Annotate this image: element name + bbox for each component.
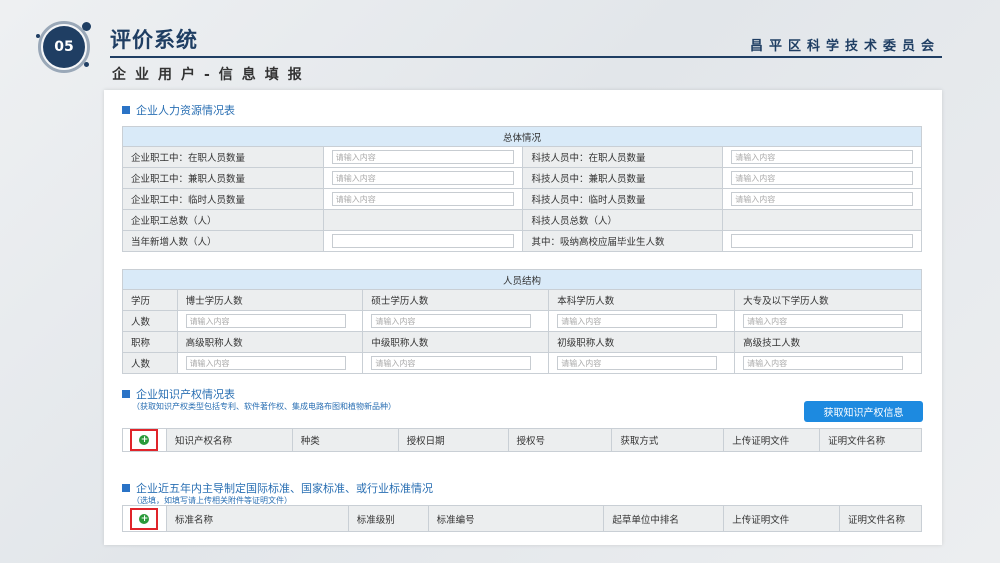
new-hires-input[interactable] — [331, 234, 515, 248]
hr-table: 总体情况 企业职工中：在职人员数量 科技人员中：在职人员数量 企业职工中：兼职人… — [122, 126, 922, 252]
page-title: 评价系统 — [110, 28, 198, 52]
table-row: 企业职工总数（人） 科技人员总数（人） — [122, 209, 922, 231]
std-section-header: 企业近五年内主导制定国际标准、国家标准、或行业标准情况 — [122, 480, 433, 496]
field-label: 企业职工中：临时人员数量 — [122, 188, 324, 210]
bachelor-count-input[interactable] — [557, 314, 718, 328]
decor-dot — [84, 62, 89, 67]
column-header: 授权日期 — [397, 428, 509, 452]
tech-total-value — [722, 209, 922, 231]
ip-table: + 知识产权名称 种类 授权日期 授权号 获取方式 上传证明文件 证明文件名称 — [122, 428, 922, 452]
employee-temp-input[interactable] — [331, 192, 515, 206]
row-label: 职称 — [122, 331, 178, 353]
employee-total-value — [322, 209, 524, 231]
table-row: 职称 高级职称人数 中级职称人数 初级职称人数 高级技工人数 — [122, 331, 922, 353]
column-label: 初级职称人数 — [548, 331, 736, 353]
column-header: 证明文件名称 — [819, 428, 922, 452]
structure-table-header: 人员结构 — [122, 269, 922, 290]
column-header: 上传证明文件 — [723, 505, 841, 532]
add-standard-button[interactable]: + — [130, 507, 159, 530]
field-label: 当年新增人数（人） — [122, 230, 324, 252]
senior-tech-input[interactable] — [743, 356, 904, 370]
hr-table-header: 总体情况 — [122, 126, 922, 147]
column-header: 标准名称 — [165, 505, 349, 532]
field-label: 科技人员总数（人） — [522, 209, 724, 231]
graduates-input[interactable] — [731, 234, 913, 248]
square-bullet-icon — [122, 484, 130, 492]
tech-parttime-input[interactable] — [731, 171, 913, 185]
decor-dot — [82, 22, 91, 31]
column-label: 大专及以下学历人数 — [734, 289, 922, 311]
column-label: 博士学历人数 — [176, 289, 364, 311]
decor-dot — [36, 34, 40, 38]
column-header: 种类 — [291, 428, 399, 452]
column-header: 证明文件名称 — [839, 505, 922, 532]
column-label: 硕士学历人数 — [362, 289, 550, 311]
table-row: 企业职工中：临时人员数量 科技人员中：临时人员数量 — [122, 188, 922, 210]
employee-active-input[interactable] — [331, 150, 515, 164]
phd-count-input[interactable] — [185, 314, 346, 328]
field-label: 企业职工中：兼职人员数量 — [122, 167, 324, 189]
table-row: 人数 — [122, 352, 922, 374]
column-header: 标准级别 — [347, 505, 429, 532]
plus-circle-icon: + — [139, 513, 150, 524]
column-header: 知识产权名称 — [165, 428, 293, 452]
hr-section-title: 企业人力资源情况表 — [136, 104, 235, 117]
master-count-input[interactable] — [371, 314, 532, 328]
std-table: + 标准名称 标准级别 标准编号 起草单位中排名 上传证明文件 证明文件名称 — [122, 505, 922, 532]
table-row: 企业职工中：兼职人员数量 科技人员中：兼职人员数量 — [122, 167, 922, 189]
square-bullet-icon — [122, 106, 130, 114]
field-label: 科技人员中：临时人员数量 — [522, 188, 724, 210]
plus-circle-icon: + — [139, 435, 150, 445]
header-divider — [110, 56, 942, 58]
column-label: 高级职称人数 — [176, 331, 364, 353]
column-label: 中级职称人数 — [362, 331, 550, 353]
field-label: 企业职工总数（人） — [122, 209, 324, 231]
column-header: 起草单位中排名 — [603, 505, 725, 532]
add-ip-button[interactable]: + — [130, 429, 159, 451]
field-label: 科技人员中：在职人员数量 — [522, 146, 724, 168]
std-section-title: 企业近五年内主导制定国际标准、国家标准、或行业标准情况 — [136, 482, 433, 495]
employee-parttime-input[interactable] — [331, 171, 515, 185]
table-header-row: + 知识产权名称 种类 授权日期 授权号 获取方式 上传证明文件 证明文件名称 — [122, 428, 922, 452]
tech-temp-input[interactable] — [731, 192, 913, 206]
ip-section-header: 企业知识产权情况表 — [122, 386, 235, 402]
structure-table: 人员结构 学历 博士学历人数 硕士学历人数 本科学历人数 大专及以下学历人数 人… — [122, 269, 922, 374]
column-label: 高级技工人数 — [734, 331, 922, 353]
page-subtitle: 企业用户-信息填报 — [112, 67, 311, 83]
row-label: 人数 — [122, 352, 178, 374]
mid-title-input[interactable] — [371, 356, 532, 370]
senior-title-input[interactable] — [185, 356, 346, 370]
column-label: 本科学历人数 — [548, 289, 736, 311]
column-header: 标准编号 — [427, 505, 605, 532]
junior-title-input[interactable] — [557, 356, 718, 370]
square-bullet-icon — [122, 390, 130, 398]
college-count-input[interactable] — [743, 314, 904, 328]
section-number: 05 — [43, 26, 85, 68]
table-row: 学历 博士学历人数 硕士学历人数 本科学历人数 大专及以下学历人数 — [122, 289, 922, 311]
column-header: 上传证明文件 — [723, 428, 821, 452]
column-header: 获取方式 — [611, 428, 725, 452]
row-label: 人数 — [122, 310, 178, 332]
row-label: 学历 — [122, 289, 178, 311]
organization-name: 昌平区科学技术委员会 — [749, 39, 940, 54]
field-label: 科技人员中：兼职人员数量 — [522, 167, 724, 189]
column-header: 授权号 — [507, 428, 613, 452]
table-row: 企业职工中：在职人员数量 科技人员中：在职人员数量 — [122, 146, 922, 168]
tech-active-input[interactable] — [731, 150, 913, 164]
table-row: 当年新增人数（人） 其中：吸纳高校应届毕业生人数 — [122, 230, 922, 252]
hr-section-header: 企业人力资源情况表 — [122, 102, 235, 118]
field-label: 企业职工中：在职人员数量 — [122, 146, 324, 168]
field-label: 其中：吸纳高校应届毕业生人数 — [522, 230, 724, 252]
fetch-ip-info-button[interactable]: 获取知识产权信息 — [804, 401, 923, 422]
table-header-row: + 标准名称 标准级别 标准编号 起草单位中排名 上传证明文件 证明文件名称 — [122, 505, 922, 532]
table-row: 人数 — [122, 310, 922, 332]
ip-section-title: 企业知识产权情况表 — [136, 388, 235, 401]
ip-section-note: （获取知识产权类型包括专利、软件著作权、集成电路布图和植物新品种） — [132, 402, 396, 411]
